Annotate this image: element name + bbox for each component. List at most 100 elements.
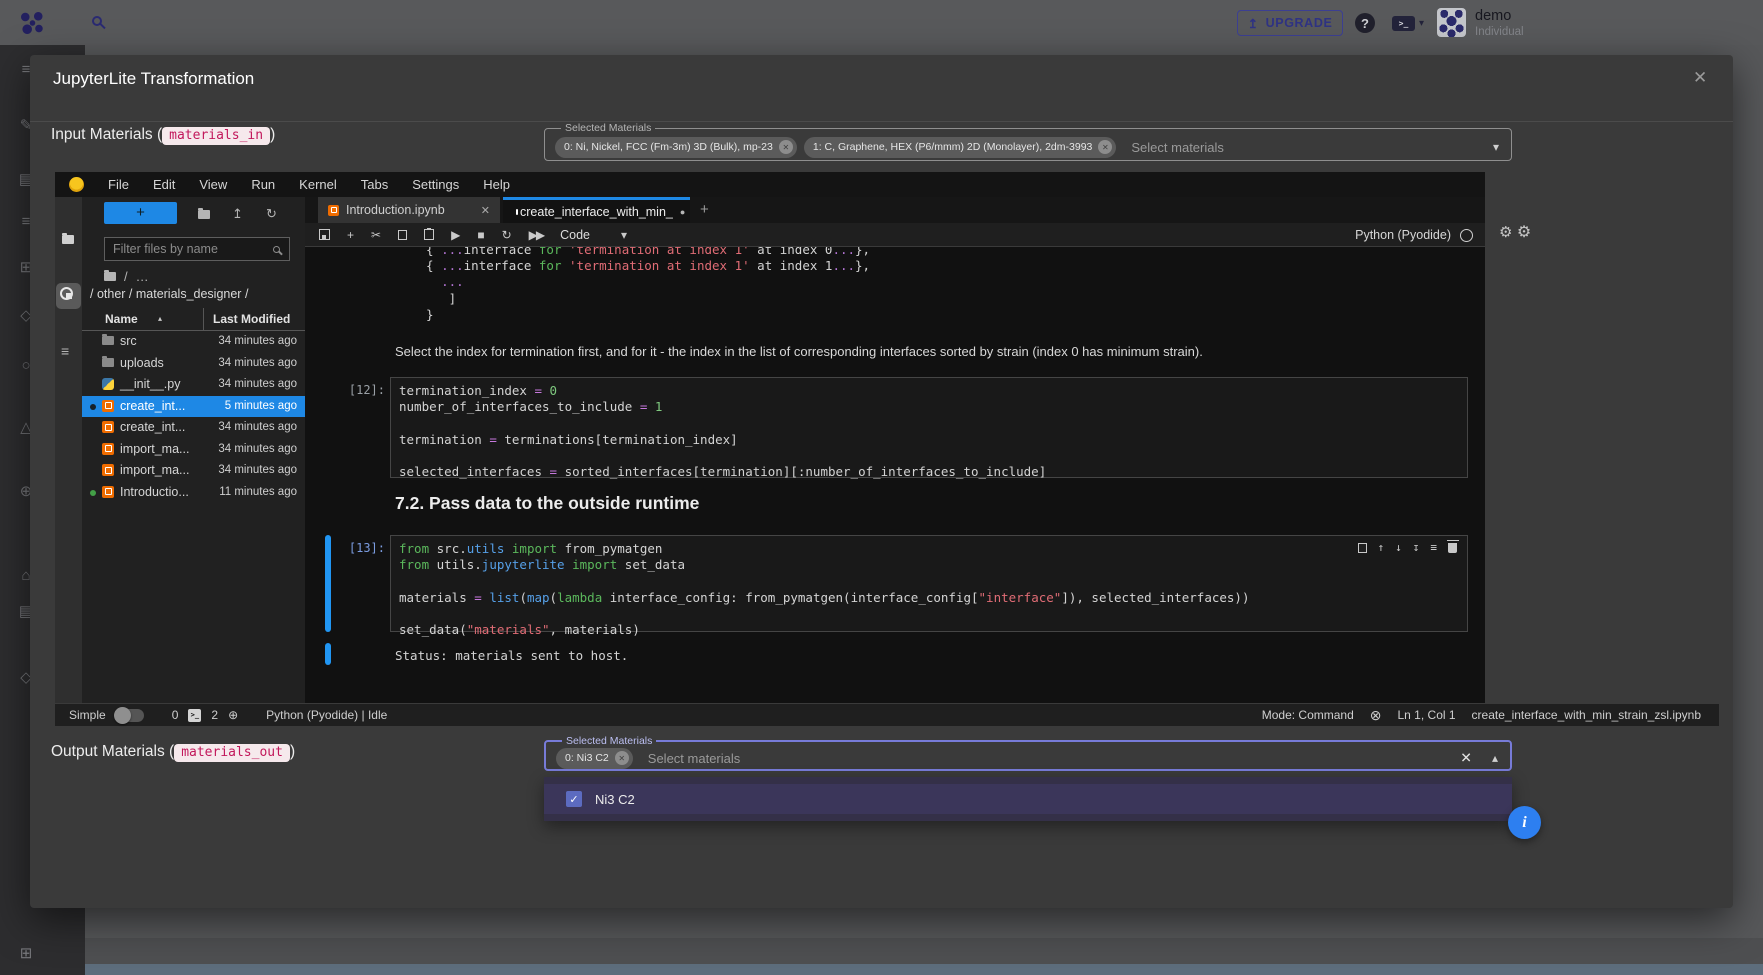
info-glyph: i (1522, 814, 1526, 832)
breadcrumb[interactable]: / … (104, 269, 149, 284)
paste-icon[interactable] (424, 229, 434, 240)
cursor-position[interactable]: Ln 1, Col 1 (1398, 708, 1456, 722)
upload-icon[interactable]: ↥ (232, 206, 243, 222)
input-material-chip[interactable]: 1: C, Graphene, HEX (P6/mmm) 2D (Monolay… (804, 137, 1117, 158)
column-last-modified[interactable]: Last Modified (213, 312, 290, 326)
breadcrumb-path[interactable]: / other / materials_designer / (90, 287, 248, 301)
current-filename: create_interface_with_min_strain_zsl.ipy… (1472, 708, 1701, 722)
move-down-icon[interactable]: ↓ (1395, 541, 1402, 554)
new-tab-icon[interactable]: + (700, 201, 709, 218)
notebook-icon (102, 400, 114, 412)
tab-introduction[interactable]: Introduction.ipynb ✕ (318, 197, 500, 223)
notebook-content[interactable]: { ...interface for 'termination at index… (305, 247, 1485, 702)
sidebar-icon[interactable]: ⊞ (18, 946, 34, 962)
file-row-init-py[interactable]: __init__.py 34 minutes ago (82, 374, 305, 396)
move-up-icon[interactable]: ↑ (1378, 541, 1385, 554)
filebrowser-tab-icon[interactable] (62, 235, 74, 244)
menu-kernel[interactable]: Kernel (287, 177, 349, 192)
jupyterlite-transformation-dialog: JupyterLite Transformation ✕ Input Mater… (30, 55, 1733, 908)
file-row-src[interactable]: src 34 minutes ago (82, 331, 305, 353)
stop-icon[interactable]: ■ (477, 228, 484, 242)
copy-icon[interactable] (398, 230, 407, 240)
brand-logo-icon[interactable] (20, 11, 44, 35)
new-folder-icon[interactable] (198, 210, 210, 219)
home-folder-icon[interactable] (104, 272, 116, 281)
run-icon[interactable]: ▶ (451, 228, 460, 242)
output-collapser[interactable] (325, 643, 331, 665)
code-cell-13[interactable]: ↑ ↓ ↧ ≡ from src.utils import from_pymat… (390, 535, 1468, 632)
cell-type-select[interactable]: Code (560, 228, 590, 242)
tab-create-interface-active[interactable]: create_interface_with_min_ ● (503, 197, 690, 223)
restart-kernel-icon[interactable]: ↻ (502, 228, 512, 242)
file-row-import-materials[interactable]: import_ma... 34 minutes ago (82, 439, 305, 461)
user-avatar[interactable] (1437, 8, 1466, 37)
code-cell-12[interactable]: termination_index = 0number_of_interface… (390, 377, 1468, 478)
file-row-import-materials-2[interactable]: import_ma... 34 minutes ago (82, 460, 305, 482)
code-line: ] (426, 291, 870, 307)
dialog-close-icon[interactable]: ✕ (1693, 68, 1707, 88)
menu-tabs[interactable]: Tabs (349, 177, 400, 192)
chip-remove-icon[interactable]: ✕ (1098, 140, 1112, 154)
file-modified: 34 minutes ago (218, 378, 297, 390)
menu-help[interactable]: Help (471, 177, 522, 192)
menu-settings[interactable]: Settings (400, 177, 471, 192)
file-row-uploads[interactable]: uploads 34 minutes ago (82, 353, 305, 375)
cut-icon[interactable]: ✂ (371, 228, 381, 242)
info-fab-button[interactable]: i (1508, 806, 1541, 839)
upgrade-label: UPGRADE (1266, 16, 1333, 30)
delete-cell-icon[interactable] (1448, 543, 1457, 553)
tab-close-icon[interactable]: ✕ (481, 204, 490, 217)
kernel-status-text[interactable]: Python (Pyodide) | Idle (266, 708, 387, 722)
save-icon[interactable] (319, 229, 330, 240)
kernel-sessions-icon: ⊕ (228, 708, 238, 722)
filter-files-input[interactable]: Filter files by name (104, 237, 290, 261)
output-material-chip[interactable]: 0: Ni3 C2 ✕ (556, 748, 633, 769)
running-kernels-tab[interactable] (56, 283, 81, 309)
chip-remove-icon[interactable]: ✕ (779, 140, 793, 154)
new-launcher-button[interactable]: + (104, 202, 177, 224)
search-icon[interactable] (92, 16, 102, 26)
output-materials-text: Output Materials ( (51, 743, 174, 760)
add-cell-icon[interactable]: + (347, 228, 354, 242)
code-line: from src.utils import from_pymatgen (399, 541, 1459, 557)
unsaved-dot-icon[interactable]: ● (680, 207, 685, 217)
terminals-count[interactable]: 0 (172, 708, 179, 722)
gear-icon[interactable]: ⚙ ⚙ (1499, 222, 1531, 242)
output-materials-select[interactable]: Selected Materials 0: Ni3 C2 ✕ Select ma… (544, 735, 1512, 771)
chevron-up-icon[interactable]: ▴ (1492, 751, 1498, 765)
column-name[interactable]: Name (105, 312, 138, 326)
breadcrumb-ellipsis[interactable]: … (136, 269, 149, 284)
more-options-icon[interactable]: ≡ (1430, 541, 1437, 554)
input-materials-select[interactable]: Selected Materials 0: Ni, Nickel, FCC (F… (544, 122, 1512, 161)
kernel-indicator[interactable]: Python (Pyodide) (1355, 223, 1473, 247)
toc-tab-icon[interactable]: ≡ (61, 343, 69, 359)
dropdown-option-ni3c2[interactable]: ✓ Ni3 C2 (544, 784, 1512, 814)
clear-selection-icon[interactable]: ✕ (1460, 750, 1472, 767)
chip-remove-icon[interactable]: ✕ (615, 751, 629, 765)
duplicate-cell-icon[interactable] (1358, 543, 1367, 553)
restart-run-all-icon[interactable]: ▶▶ (529, 228, 543, 242)
input-material-chip[interactable]: 0: Ni, Nickel, FCC (Fm-3m) 3D (Bulk), mp… (555, 137, 797, 158)
menu-file[interactable]: File (96, 177, 141, 192)
command-mode-label[interactable]: Mode: Command (1262, 708, 1354, 722)
refresh-icon[interactable]: ↻ (266, 206, 277, 222)
menu-run[interactable]: Run (239, 177, 287, 192)
upgrade-button[interactable]: ↥ UPGRADE (1237, 10, 1343, 36)
input-select-placeholder[interactable]: Select materials (1131, 140, 1223, 155)
chevron-down-icon[interactable]: ▾ (1493, 140, 1499, 154)
file-row-create-interface-selected[interactable]: create_int... 5 minutes ago (82, 396, 305, 418)
terminal-icon[interactable]: >_ (1392, 16, 1415, 31)
insert-below-icon[interactable]: ↧ (1413, 541, 1420, 554)
file-row-introduction[interactable]: Introductio... 11 minutes ago (82, 482, 305, 504)
help-icon[interactable]: ? (1355, 13, 1375, 33)
menu-edit[interactable]: Edit (141, 177, 187, 192)
kernels-count[interactable]: 2 (211, 708, 218, 722)
code-line (399, 415, 1459, 431)
simple-mode-toggle[interactable] (116, 709, 144, 722)
cell-type-caret-icon[interactable]: ▾ (621, 228, 627, 242)
output-select-placeholder[interactable]: Select materials (648, 751, 740, 766)
file-row-create-interface[interactable]: create_int... 34 minutes ago (82, 417, 305, 439)
checkbox-checked-icon[interactable]: ✓ (566, 791, 582, 807)
notebook-icon (102, 486, 114, 498)
menu-view[interactable]: View (187, 177, 239, 192)
